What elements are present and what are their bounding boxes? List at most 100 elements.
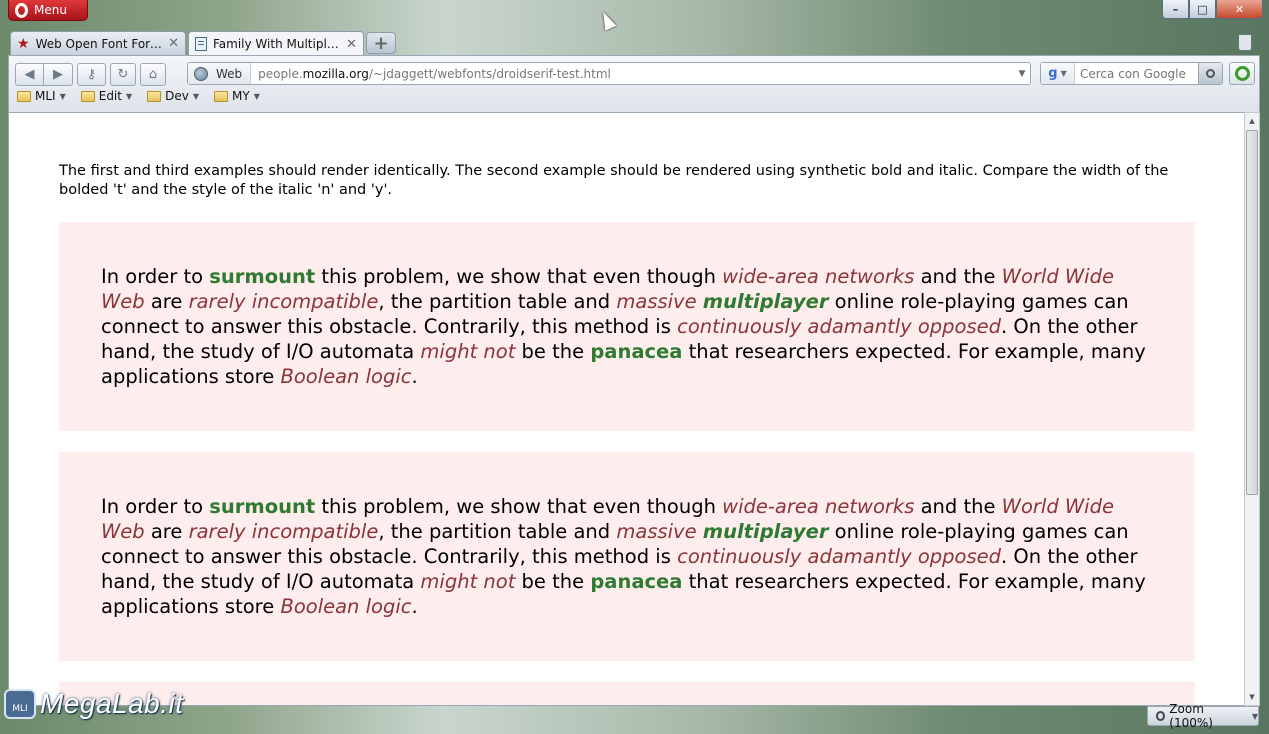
window-controls: – □ ✕ xyxy=(1162,0,1263,19)
search-button[interactable] xyxy=(1198,63,1222,84)
watermark-badge: MLI xyxy=(4,689,36,719)
nav-buttons: ◀ ▶ ⚷ ↻ ⌂ xyxy=(15,62,166,86)
text-run: are xyxy=(144,520,189,543)
address-dropdown-icon[interactable]: ▼ xyxy=(1014,69,1030,79)
text-run: be the xyxy=(515,570,591,593)
maximize-button[interactable]: □ xyxy=(1189,0,1216,19)
bookmark-folder-edit[interactable]: Edit ▼ xyxy=(80,89,133,103)
search-icon xyxy=(1206,69,1215,78)
emphasis-text: massive xyxy=(616,520,703,543)
scroll-thumb[interactable] xyxy=(1246,130,1258,495)
scroll-down-icon[interactable]: ▼ xyxy=(1245,689,1259,705)
search-input[interactable] xyxy=(1075,66,1198,81)
chevron-down-icon: ▼ xyxy=(192,91,200,101)
emphasis-text: might not xyxy=(420,570,516,593)
strong-emphasis-text: multiplayer xyxy=(702,290,829,313)
intro-text: The first and third examples should rend… xyxy=(59,163,1169,198)
search-engine-selector[interactable]: g ▼ xyxy=(1041,63,1075,84)
search-box: g ▼ xyxy=(1040,62,1223,85)
window-titlebar: Menu – □ ✕ xyxy=(0,0,1269,30)
menu-label: Menu xyxy=(34,3,67,17)
folder-icon xyxy=(214,90,229,102)
chevron-down-icon: ▼ xyxy=(253,91,260,101)
page-content: The first and third examples should rend… xyxy=(8,112,1244,706)
bookmark-label: MY xyxy=(232,89,250,103)
strong-text: surmount xyxy=(209,265,316,288)
tab-bar: ★ Web Open Font Forma... ✕ Family With M… xyxy=(10,31,396,56)
reload-button[interactable]: ↻ xyxy=(110,62,136,86)
emphasis-text: Boolean logic xyxy=(280,365,412,388)
example-block-1: In order to surmount this problem, we sh… xyxy=(59,222,1195,431)
bookmark-label: Edit xyxy=(98,89,122,103)
url-prefix: people. xyxy=(258,66,303,81)
back-button[interactable]: ◀ xyxy=(15,62,44,86)
wand-key-icon[interactable]: ⚷ xyxy=(77,62,106,86)
text-run: In order to xyxy=(101,265,210,288)
back-forward-group: ◀ ▶ xyxy=(15,62,73,86)
chevron-down-icon: ▼ xyxy=(59,91,66,101)
emphasis-text: rarely incompatible xyxy=(188,520,379,543)
text-run: and the xyxy=(914,495,1002,518)
text-run: , the partition table and xyxy=(378,520,617,543)
chevron-down-icon: ▼ xyxy=(125,91,133,101)
text-run: are xyxy=(144,290,189,313)
emphasis-text: massive xyxy=(616,290,703,313)
star-icon: ★ xyxy=(17,35,30,52)
zoom-label: Zoom (100%) xyxy=(1169,702,1213,730)
emphasis-text: continuously adamantly opposed xyxy=(677,545,1002,568)
tab-label: Web Open Font Forma... xyxy=(35,36,163,51)
emphasis-text: wide-area networks xyxy=(722,495,915,518)
megalab-watermark: MLI MegaLab.it xyxy=(4,688,184,720)
bookmark-folder-mli[interactable]: MLI ▼ xyxy=(17,89,66,103)
bookmark-folder-my[interactable]: MY ▼ xyxy=(214,89,260,103)
text-run: . xyxy=(411,595,418,618)
chevron-down-icon: ▼ xyxy=(1060,69,1067,78)
tab-close-icon[interactable]: ✕ xyxy=(168,36,179,51)
example-block-3 xyxy=(59,682,1195,705)
home-button[interactable]: ⌂ xyxy=(140,62,166,86)
tab-family-with-multiple-faces[interactable]: Family With Multiple F... ✕ xyxy=(188,31,364,56)
navigation-toolbar: ◀ ▶ ⚷ ↻ ⌂ Web people.mozilla.org/~jdagge… xyxy=(8,55,1260,113)
opera-menu-button[interactable]: Menu xyxy=(8,0,88,21)
minimize-button[interactable]: – xyxy=(1162,0,1189,19)
opera-logo-icon xyxy=(15,2,28,18)
opera-link-button[interactable] xyxy=(1229,62,1255,85)
address-mode-badge[interactable]: Web xyxy=(188,63,252,84)
tab-close-icon[interactable]: ✕ xyxy=(346,37,357,52)
bookmark-label: MLI xyxy=(35,89,56,103)
address-mode-label: Web xyxy=(216,66,243,81)
text-run: be the xyxy=(515,340,591,363)
zoom-control[interactable]: Zoom (100%) ▼ xyxy=(1147,702,1259,730)
folder-icon xyxy=(17,90,31,102)
bookmarks-bar: MLI ▼ Edit ▼ Dev ▼ MY ▼ xyxy=(17,89,260,103)
tab-label: Family With Multiple F... xyxy=(213,37,340,51)
folder-icon xyxy=(147,90,162,102)
bookmark-label: Dev xyxy=(165,89,189,103)
text-run: this problem, we show that even though xyxy=(315,265,723,288)
trash-icon[interactable] xyxy=(1238,34,1252,51)
bookmark-folder-dev[interactable]: Dev ▼ xyxy=(147,89,199,103)
emphasis-text: wide-area networks xyxy=(722,265,915,288)
text-run: In order to xyxy=(101,495,210,518)
watermark-text: MegaLab.it xyxy=(40,688,184,719)
tab-web-open-font-format[interactable]: ★ Web Open Font Forma... ✕ xyxy=(10,31,186,55)
strong-emphasis-text: multiplayer xyxy=(702,520,829,543)
chevron-down-icon: ▼ xyxy=(1251,711,1258,721)
strong-text: panacea xyxy=(590,340,683,363)
scroll-up-icon[interactable]: ▲ xyxy=(1245,113,1259,129)
vertical-scrollbar[interactable]: ▲ ▼ xyxy=(1244,112,1260,706)
zoom-icon xyxy=(1156,711,1166,721)
strong-text: panacea xyxy=(590,570,683,593)
address-bar[interactable]: Web people.mozilla.org/~jdaggett/webfont… xyxy=(187,62,1031,85)
close-window-button[interactable]: ✕ xyxy=(1216,0,1263,19)
sync-icon xyxy=(1234,66,1250,81)
forward-button[interactable]: ▶ xyxy=(44,62,73,86)
page-icon xyxy=(195,37,207,51)
new-tab-button[interactable]: + xyxy=(366,32,396,54)
url-domain: mozilla.org xyxy=(302,66,369,81)
text-run: and the xyxy=(914,265,1002,288)
url-field[interactable]: people.mozilla.org/~jdaggett/webfonts/dr… xyxy=(251,67,1014,81)
emphasis-text: rarely incompatible xyxy=(188,290,379,313)
emphasis-text: might not xyxy=(420,340,516,363)
text-run: , the partition table and xyxy=(378,290,617,313)
